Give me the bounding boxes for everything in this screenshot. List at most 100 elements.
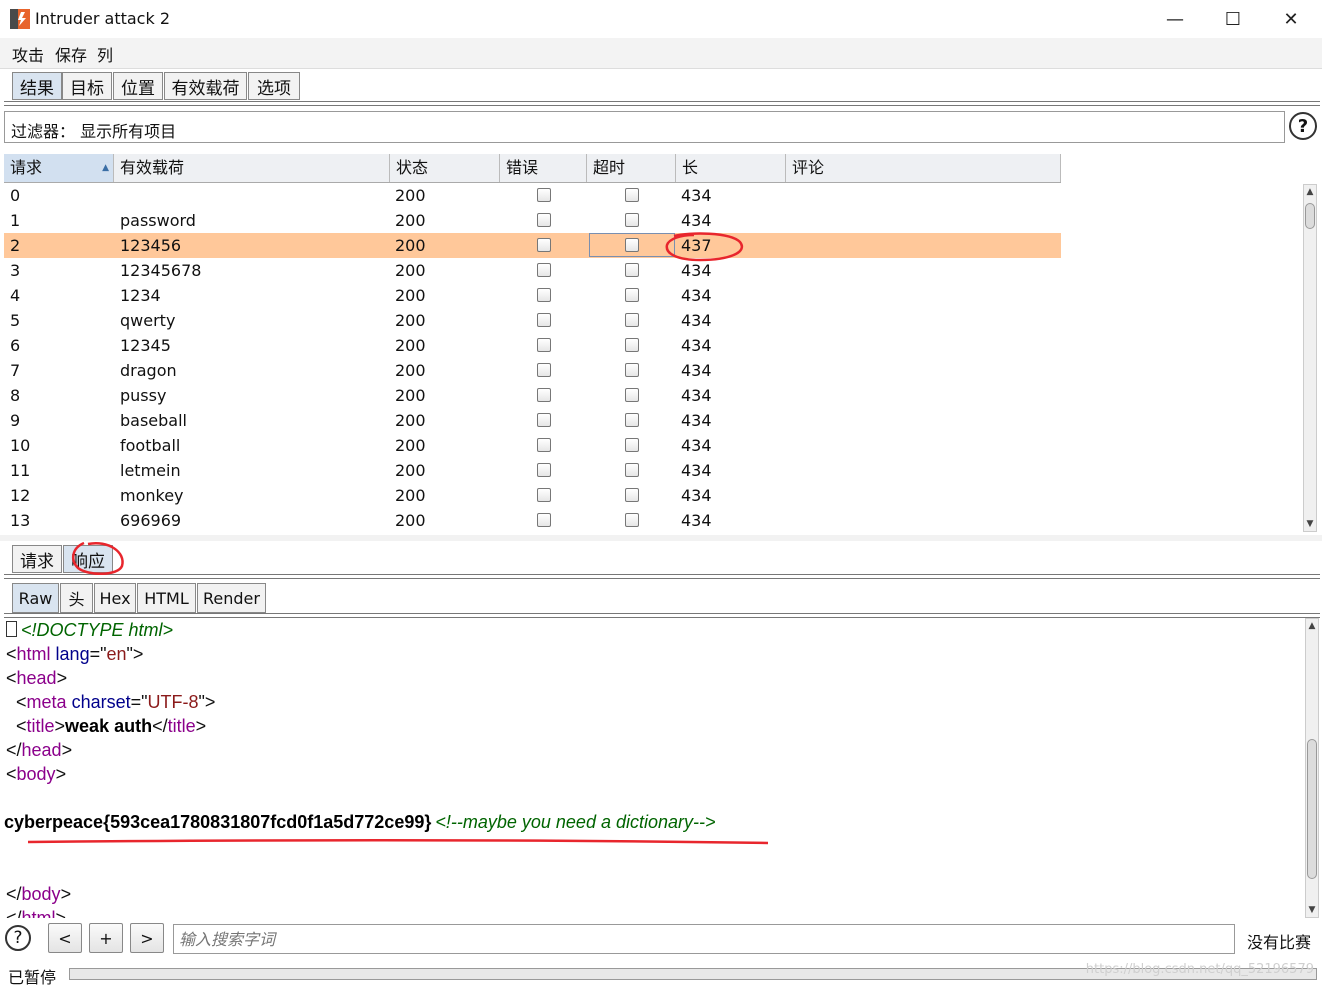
scroll-up-icon[interactable]: ▲ xyxy=(1306,619,1318,633)
timeout-checkbox[interactable] xyxy=(625,338,639,352)
timeout-checkbox[interactable] xyxy=(625,413,639,427)
menu-attack[interactable]: 攻击 xyxy=(12,42,44,66)
table-row[interactable]: 13 696969 200 434 xyxy=(4,508,1061,533)
filter-bar[interactable]: 过滤器： 显示所有项目 xyxy=(4,111,1285,143)
tab-positions[interactable]: 位置 xyxy=(113,72,163,100)
timeout-checkbox[interactable] xyxy=(625,288,639,302)
tab-render[interactable]: Render xyxy=(197,583,266,613)
table-row[interactable]: 10 football 200 434 xyxy=(4,433,1061,458)
timeout-checkbox[interactable] xyxy=(625,313,639,327)
error-checkbox[interactable] xyxy=(537,338,551,352)
tab-request[interactable]: 请求 xyxy=(12,545,62,573)
tab-options[interactable]: 选项 xyxy=(248,72,300,100)
tab-response[interactable]: 响应 xyxy=(63,545,113,573)
error-checkbox[interactable] xyxy=(537,388,551,402)
results-scrollbar[interactable]: ▲ ▼ xyxy=(1303,184,1317,532)
column-header-error[interactable]: 错误 xyxy=(500,154,587,182)
error-checkbox[interactable] xyxy=(537,413,551,427)
column-header-comment[interactable]: 评论 xyxy=(786,154,1061,182)
cell-payload: password xyxy=(120,211,196,230)
scroll-down-icon[interactable]: ▼ xyxy=(1306,903,1318,917)
minimize-button[interactable]: — xyxy=(1146,0,1204,38)
column-header-timeout[interactable]: 超时 xyxy=(587,154,676,182)
scroll-down-icon[interactable]: ▼ xyxy=(1304,517,1316,531)
scroll-thumb[interactable] xyxy=(1305,203,1315,229)
search-help-icon[interactable]: ? xyxy=(5,925,31,951)
table-row[interactable]: 6 12345 200 434 xyxy=(4,333,1061,358)
timeout-checkbox[interactable] xyxy=(625,388,639,402)
error-checkbox[interactable] xyxy=(537,313,551,327)
timeout-checkbox[interactable] xyxy=(625,363,639,377)
error-checkbox[interactable] xyxy=(537,438,551,452)
tab-target[interactable]: 目标 xyxy=(62,72,112,100)
cell-status: 200 xyxy=(395,486,426,505)
response-scrollbar[interactable]: ▲ ▼ xyxy=(1305,618,1319,918)
cell-status: 200 xyxy=(395,186,426,205)
cell-req: 13 xyxy=(10,511,31,530)
search-add-button[interactable]: + xyxy=(89,923,123,953)
menu-save[interactable]: 保存 xyxy=(55,42,87,66)
error-checkbox[interactable] xyxy=(537,188,551,202)
scroll-thumb[interactable] xyxy=(1307,739,1317,879)
error-checkbox[interactable] xyxy=(537,238,551,252)
error-checkbox[interactable] xyxy=(537,263,551,277)
help-icon[interactable]: ? xyxy=(1289,112,1317,140)
column-header-payload[interactable]: 有效载荷 xyxy=(114,154,390,182)
search-previous-button[interactable]: < xyxy=(48,923,82,953)
table-row[interactable]: 5 qwerty 200 434 xyxy=(4,308,1061,333)
error-checkbox[interactable] xyxy=(537,488,551,502)
table-row[interactable]: 7 dragon 200 434 xyxy=(4,358,1061,383)
flag-text: cyberpeace{593cea1780831807fcd0f1a5d772c… xyxy=(4,812,432,832)
timeout-checkbox[interactable] xyxy=(625,438,639,452)
tab-headers[interactable]: 头 xyxy=(60,583,93,613)
search-next-button[interactable]: > xyxy=(130,923,164,953)
cell-req: 1 xyxy=(10,211,21,230)
error-checkbox[interactable] xyxy=(537,513,551,527)
column-header-request[interactable]: 请求 ▲ xyxy=(4,154,114,182)
cell-req: 9 xyxy=(10,411,21,430)
pane-splitter[interactable] xyxy=(0,535,1322,541)
error-checkbox[interactable] xyxy=(537,213,551,227)
table-row[interactable]: 2 123456 200 437 xyxy=(4,233,1061,258)
error-checkbox[interactable] xyxy=(537,463,551,477)
cell-status: 200 xyxy=(395,511,426,530)
response-text-area[interactable]: <!DOCTYPE html> <html lang="en"> <head> … xyxy=(4,618,1303,918)
code-line-html-close: </html> xyxy=(6,908,67,918)
cell-length: 434 xyxy=(681,336,712,355)
table-row[interactable]: 9 baseball 200 434 xyxy=(4,408,1061,433)
timeout-checkbox[interactable] xyxy=(625,213,639,227)
error-checkbox[interactable] xyxy=(537,363,551,377)
cell-payload: 123456 xyxy=(120,236,182,255)
close-button[interactable]: ✕ xyxy=(1262,0,1320,38)
cell-payload: letmein xyxy=(120,461,181,480)
table-row[interactable]: 12 monkey 200 434 xyxy=(4,483,1061,508)
tab-strip-divider xyxy=(4,101,1320,106)
tab-html[interactable]: HTML xyxy=(137,583,196,613)
table-row[interactable]: 4 1234 200 434 xyxy=(4,283,1061,308)
timeout-checkbox[interactable] xyxy=(625,488,639,502)
search-input[interactable] xyxy=(173,924,1235,954)
table-row[interactable]: 1 password 200 434 xyxy=(4,208,1061,233)
maximize-button[interactable]: ☐ xyxy=(1204,0,1262,38)
timeout-checkbox[interactable] xyxy=(625,188,639,202)
table-row[interactable]: 3 12345678 200 434 xyxy=(4,258,1061,283)
tab-raw[interactable]: Raw xyxy=(12,583,59,613)
cell-status: 200 xyxy=(395,461,426,480)
timeout-checkbox[interactable] xyxy=(625,513,639,527)
timeout-checkbox[interactable] xyxy=(625,463,639,477)
menu-columns[interactable]: 列 xyxy=(97,42,113,66)
tab-hex[interactable]: Hex xyxy=(94,583,136,613)
search-result-text: 没有比赛 xyxy=(1247,933,1312,952)
cell-req: 5 xyxy=(10,311,21,330)
table-row[interactable]: 8 pussy 200 434 xyxy=(4,383,1061,408)
table-row[interactable]: 11 letmein 200 434 xyxy=(4,458,1061,483)
tab-payloads[interactable]: 有效载荷 xyxy=(164,72,247,100)
tab-results[interactable]: 结果 xyxy=(12,72,62,100)
column-header-length[interactable]: 长 xyxy=(676,154,786,182)
scroll-up-icon[interactable]: ▲ xyxy=(1304,185,1316,199)
column-header-status[interactable]: 状态 xyxy=(390,154,500,182)
sort-ascending-icon: ▲ xyxy=(102,163,109,173)
table-row[interactable]: 0 200 434 xyxy=(4,183,1061,208)
error-checkbox[interactable] xyxy=(537,288,551,302)
timeout-checkbox[interactable] xyxy=(625,263,639,277)
